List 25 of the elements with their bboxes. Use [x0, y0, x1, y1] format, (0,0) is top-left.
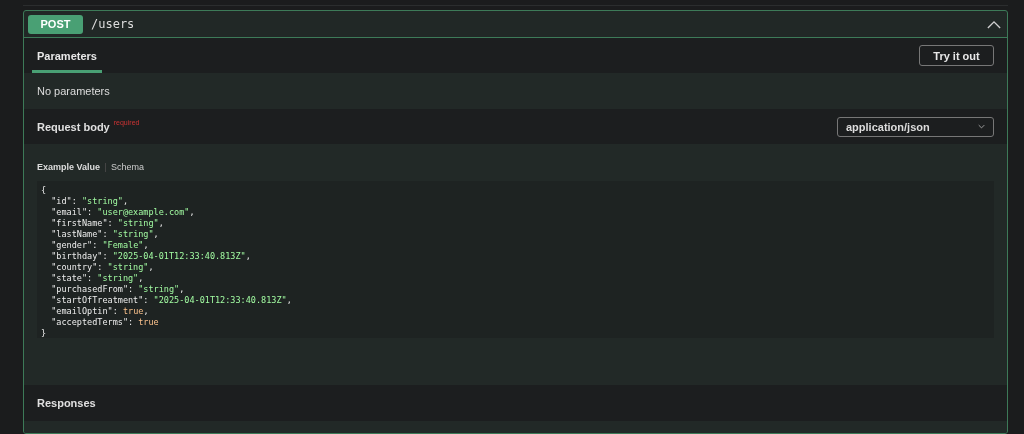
code-line: "emailOptin": true, — [50, 306, 150, 317]
code-line: } — [41, 328, 48, 339]
code-line: "startOfTreatment": "2025-04-01T12:33:40.813Z", — [50, 295, 293, 306]
code-line: "gender": "Female", — [50, 240, 150, 251]
code-line: "birthday": "2025-04-01T12:33:40.813Z", — [50, 251, 252, 262]
request-body-label: Request body — [37, 120, 110, 133]
endpoint-path: /users — [91, 17, 136, 31]
code-line: "country": "string", — [50, 262, 155, 273]
caret-icon — [978, 124, 985, 129]
content-type-dropdown[interactable]: application/json — [837, 116, 994, 137]
no-parameters-text: No parameters — [37, 85, 110, 97]
responses-heading: Responses — [37, 397, 96, 409]
code-line: "firstName": "string", — [50, 218, 165, 229]
example-value-tab[interactable]: Example Value — [37, 162, 101, 172]
code-line: "acceptedTerms": true — [50, 317, 160, 328]
try-it-out-button[interactable]: Try it out — [919, 45, 994, 66]
code-line: "lastName": "string", — [50, 229, 160, 240]
method-badge: POST — [28, 14, 83, 34]
chevron-icon[interactable] — [987, 19, 1001, 29]
code-line: "purchasedFrom": "string", — [50, 284, 186, 295]
code-line: "state": "string", — [50, 273, 145, 284]
code-line: "id": "string", — [50, 196, 130, 207]
schema-tab[interactable]: Schema — [111, 162, 145, 172]
code-line: { — [41, 185, 48, 196]
code-line: "email": "user@example.com", — [50, 207, 196, 218]
